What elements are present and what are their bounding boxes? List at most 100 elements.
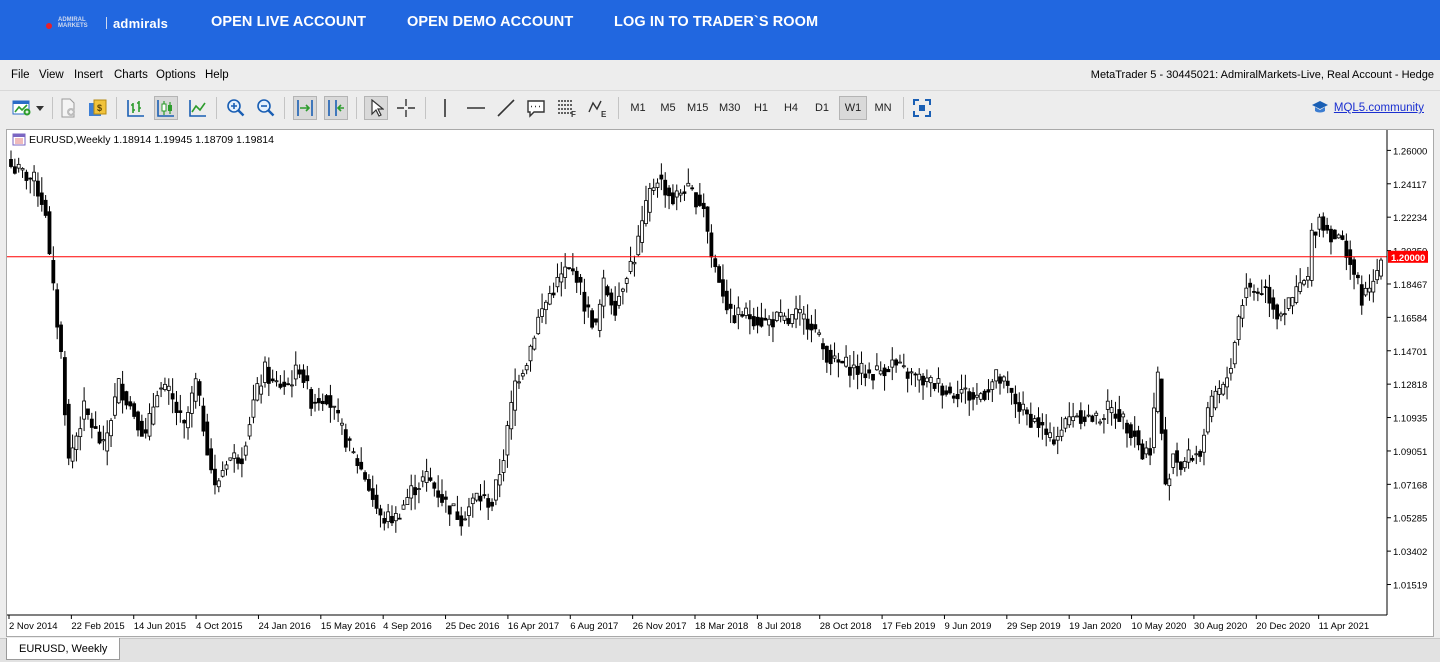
candle[interactable] <box>559 261 564 297</box>
candle[interactable] <box>890 347 895 381</box>
candle[interactable] <box>1302 278 1306 287</box>
candle[interactable] <box>82 387 87 432</box>
candle[interactable] <box>16 157 21 173</box>
candle[interactable] <box>228 457 233 462</box>
candle[interactable] <box>39 177 44 212</box>
candle[interactable] <box>701 193 706 218</box>
candle[interactable] <box>959 374 964 403</box>
candle[interactable] <box>755 306 760 334</box>
candle[interactable] <box>105 420 110 466</box>
candle[interactable] <box>1032 415 1037 424</box>
candle[interactable] <box>998 373 1002 395</box>
candle[interactable] <box>182 419 187 439</box>
candle[interactable] <box>366 474 371 492</box>
candle[interactable] <box>759 302 764 328</box>
candle[interactable] <box>93 411 98 429</box>
candle[interactable] <box>74 432 79 462</box>
candle[interactable] <box>724 279 729 315</box>
candle[interactable] <box>290 370 294 398</box>
candle[interactable] <box>305 365 310 390</box>
candle[interactable] <box>1309 223 1314 287</box>
candle[interactable] <box>1017 392 1022 424</box>
candle[interactable] <box>663 172 668 208</box>
candle[interactable] <box>205 413 210 456</box>
candle[interactable] <box>597 299 602 338</box>
candle[interactable] <box>490 498 494 512</box>
candle[interactable] <box>578 273 583 295</box>
candle[interactable] <box>378 504 383 528</box>
bar-chart-icon[interactable] <box>124 96 148 120</box>
candle[interactable] <box>1040 413 1045 440</box>
candle[interactable] <box>1263 279 1268 304</box>
candle[interactable] <box>109 418 113 448</box>
candle[interactable] <box>582 278 587 325</box>
candle[interactable] <box>47 206 52 255</box>
candle[interactable] <box>1163 416 1168 486</box>
fibonacci-icon[interactable]: F <box>555 96 579 120</box>
candle[interactable] <box>232 444 237 473</box>
candle[interactable] <box>443 490 448 513</box>
candle[interactable] <box>467 497 471 527</box>
timeframe-mn[interactable]: MN <box>871 96 895 120</box>
candle[interactable] <box>324 394 329 406</box>
login-traders-room-link[interactable]: LOG IN TO TRADER`S ROOM <box>614 14 818 30</box>
new-order-icon[interactable] <box>56 96 80 120</box>
candle[interactable] <box>43 195 48 218</box>
candle[interactable] <box>1198 449 1203 462</box>
candle[interactable] <box>536 309 541 335</box>
candle[interactable] <box>151 392 156 426</box>
candle[interactable] <box>1063 416 1068 433</box>
candle[interactable] <box>1051 426 1056 446</box>
candle[interactable] <box>674 184 679 211</box>
candle[interactable] <box>1125 419 1129 448</box>
candle[interactable] <box>805 304 810 340</box>
line-chart-icon[interactable] <box>186 96 210 120</box>
candle[interactable] <box>732 304 737 324</box>
candle[interactable] <box>163 377 167 392</box>
candle[interactable] <box>66 399 71 466</box>
crosshair-icon[interactable] <box>394 96 418 120</box>
candle[interactable] <box>1286 297 1291 311</box>
candle[interactable] <box>278 375 283 390</box>
candle[interactable] <box>1075 412 1079 418</box>
candle[interactable] <box>682 185 687 201</box>
candle[interactable] <box>624 276 629 293</box>
candle[interactable] <box>1121 411 1126 430</box>
candle[interactable] <box>424 458 429 492</box>
candle[interactable] <box>817 329 822 337</box>
candle[interactable] <box>509 390 514 440</box>
candle[interactable] <box>1255 287 1260 302</box>
candle[interactable] <box>266 357 271 397</box>
candle[interactable] <box>917 368 922 393</box>
candle[interactable] <box>844 345 848 368</box>
candle[interactable] <box>143 417 148 439</box>
candle[interactable] <box>136 410 140 437</box>
candle[interactable] <box>901 353 906 369</box>
candle[interactable] <box>747 300 752 335</box>
candle[interactable] <box>690 184 695 191</box>
candle[interactable] <box>651 178 656 196</box>
candle[interactable] <box>859 351 864 386</box>
candle[interactable] <box>532 335 537 351</box>
candle[interactable] <box>771 311 775 343</box>
candle[interactable] <box>1298 268 1303 295</box>
candle[interactable] <box>86 408 90 420</box>
candle[interactable] <box>351 447 356 454</box>
candle[interactable] <box>520 369 525 380</box>
candle[interactable] <box>982 389 987 402</box>
candle[interactable] <box>159 381 163 398</box>
candle[interactable] <box>871 374 875 390</box>
candle[interactable] <box>513 368 518 426</box>
candle[interactable] <box>955 380 960 408</box>
candle[interactable] <box>470 493 475 518</box>
candle[interactable] <box>1102 414 1106 434</box>
candle[interactable] <box>613 286 618 321</box>
menu-insert[interactable]: Insert <box>74 69 103 81</box>
candle[interactable] <box>671 184 675 206</box>
candle[interactable] <box>1371 269 1376 303</box>
candle[interactable] <box>640 205 645 253</box>
candle[interactable] <box>124 390 129 410</box>
candle[interactable] <box>455 495 460 520</box>
candle[interactable] <box>20 167 25 178</box>
candle[interactable] <box>1090 414 1095 423</box>
